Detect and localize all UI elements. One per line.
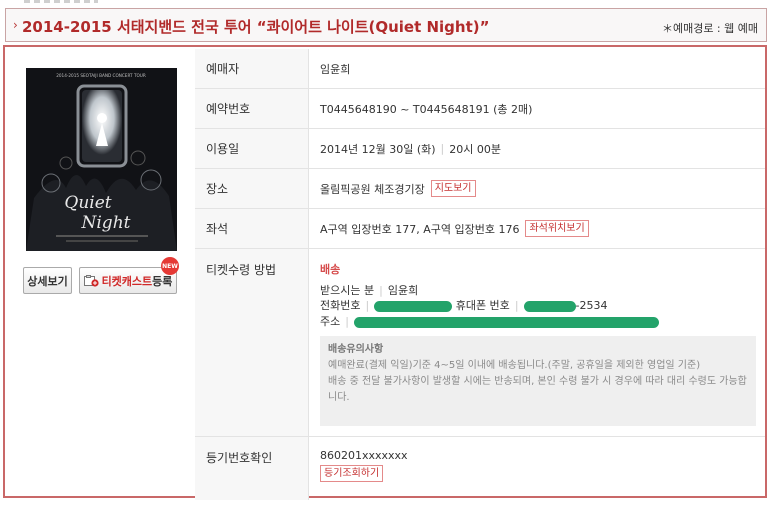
row-booker: 예매자 임윤희	[195, 49, 765, 89]
venue-value: 올림픽공원 체조경기장	[320, 182, 425, 196]
phone-line: 전화번호 | 휴대폰 번호 | -2534	[320, 299, 608, 312]
detail-view-label: 상세보기	[27, 274, 68, 288]
booking-route: ＊예매경로 : 웹 예매	[661, 22, 758, 35]
divider: |	[440, 142, 445, 155]
delivery-method-label: 티켓수령 방법	[195, 249, 309, 436]
reservation-number-label: 예약번호	[195, 89, 309, 128]
poster-top-text: 2014-2015 SEOTAIJI BAND CONCERT TOUR	[56, 73, 146, 78]
view-seat-location-button[interactable]: 좌석위치보기	[525, 220, 589, 237]
usage-date-label: 이용일	[195, 129, 309, 168]
row-registered-mail: 등기번호확인 860201xxxxxxx 등기조회하기	[195, 437, 765, 500]
address-line: 주소 |	[320, 313, 659, 329]
concert-poster[interactable]: 2014-2015 SEOTAIJI BAND CONCERT TOUR Qui…	[26, 68, 177, 251]
booker-name: 임윤희	[320, 62, 351, 76]
track-registered-mail-button[interactable]: 등기조회하기	[320, 465, 384, 482]
delivery-notice-line1: 예매완료(결제 익일)기준 4~5일 이내에 배송됩니다.(주말, 공휴일을 제…	[328, 360, 701, 371]
registered-mail-number: 860201xxxxxxx	[320, 449, 408, 462]
poster-artwork: 2014-2015 SEOTAIJI BAND CONCERT TOUR Qui…	[26, 68, 177, 251]
row-venue: 장소 올림픽공원 체조경기장 지도보기	[195, 169, 765, 209]
delivery-notice-line2: 배송 중 전달 불가사항이 발생할 시에는 반송되며, 본인 수령 불가 시 경…	[328, 376, 747, 403]
row-usage-date: 이용일 2014년 12월 30일 (화) | 20시 00분	[195, 129, 765, 169]
redacted-mobile	[523, 300, 576, 312]
poster-logo-line1: Quiet	[64, 193, 111, 213]
reservation-number-value: T0445648190 ~ T0445648191 (총 2매)	[320, 102, 533, 116]
title-bullet-icon: ›	[13, 18, 18, 32]
mobile-label: 휴대폰 번호	[455, 299, 510, 312]
row-ticket-delivery: 티켓수령 방법 배송 받으시는 분 | 임윤희 전화번호 | 휴대폰 번호 | -2534…	[195, 249, 765, 437]
delivery-method-value: 배송	[320, 263, 341, 276]
phone-label: 전화번호	[320, 299, 361, 312]
recipient-label: 받으시는 분	[320, 284, 375, 297]
page-title: 2014-2015 서태지밴드 전국 투어 “콰이어트 나이트(Quiet Ni…	[22, 18, 490, 36]
booker-label: 예매자	[195, 49, 309, 88]
address-label: 주소	[320, 315, 341, 328]
row-seat: 좌석 A구역 입장번호 177, A구역 입장번호 176 좌석위치보기	[195, 209, 765, 249]
registered-mail-label: 등기번호확인	[195, 437, 309, 500]
recipient-line: 받으시는 분 | 임윤희	[320, 284, 419, 297]
page-header: › 2014-2015 서태지밴드 전국 투어 “콰이어트 나이트(Quiet …	[5, 8, 767, 42]
view-map-button[interactable]: 지도보기	[430, 180, 476, 197]
new-badge: NEW	[161, 257, 179, 275]
mobile-tail: -2534	[575, 299, 608, 312]
venue-label: 장소	[195, 169, 309, 208]
seat-value: A구역 입장번호 177, A구역 입장번호 176	[320, 222, 520, 236]
usage-date-value: 2014년 12월 30일 (화)	[320, 142, 436, 156]
delivery-notice-box: 배송유의사항 예매완료(결제 익일)기준 4~5일 이내에 배송됩니다.(주말,…	[320, 336, 756, 426]
redacted-address	[353, 316, 659, 328]
delivery-notice-title: 배송유의사항	[328, 344, 384, 355]
detail-view-button[interactable]: 상세보기	[23, 267, 72, 294]
top-decoration	[24, 0, 98, 3]
redacted-phone	[374, 300, 453, 312]
row-reservation-number: 예약번호 T0445648190 ~ T0445648191 (총 2매)	[195, 89, 765, 129]
recipient-name: 임윤희	[387, 284, 419, 297]
poster-logo-line2: Night	[81, 213, 131, 233]
ticketcast-icon	[83, 274, 99, 287]
reservation-detail-panel: 2014-2015 SEOTAIJI BAND CONCERT TOUR Qui…	[3, 45, 767, 500]
seat-label: 좌석	[195, 209, 309, 248]
ticketcast-label: 티켓캐스트	[101, 274, 153, 288]
usage-time-value: 20시 00분	[449, 142, 501, 156]
